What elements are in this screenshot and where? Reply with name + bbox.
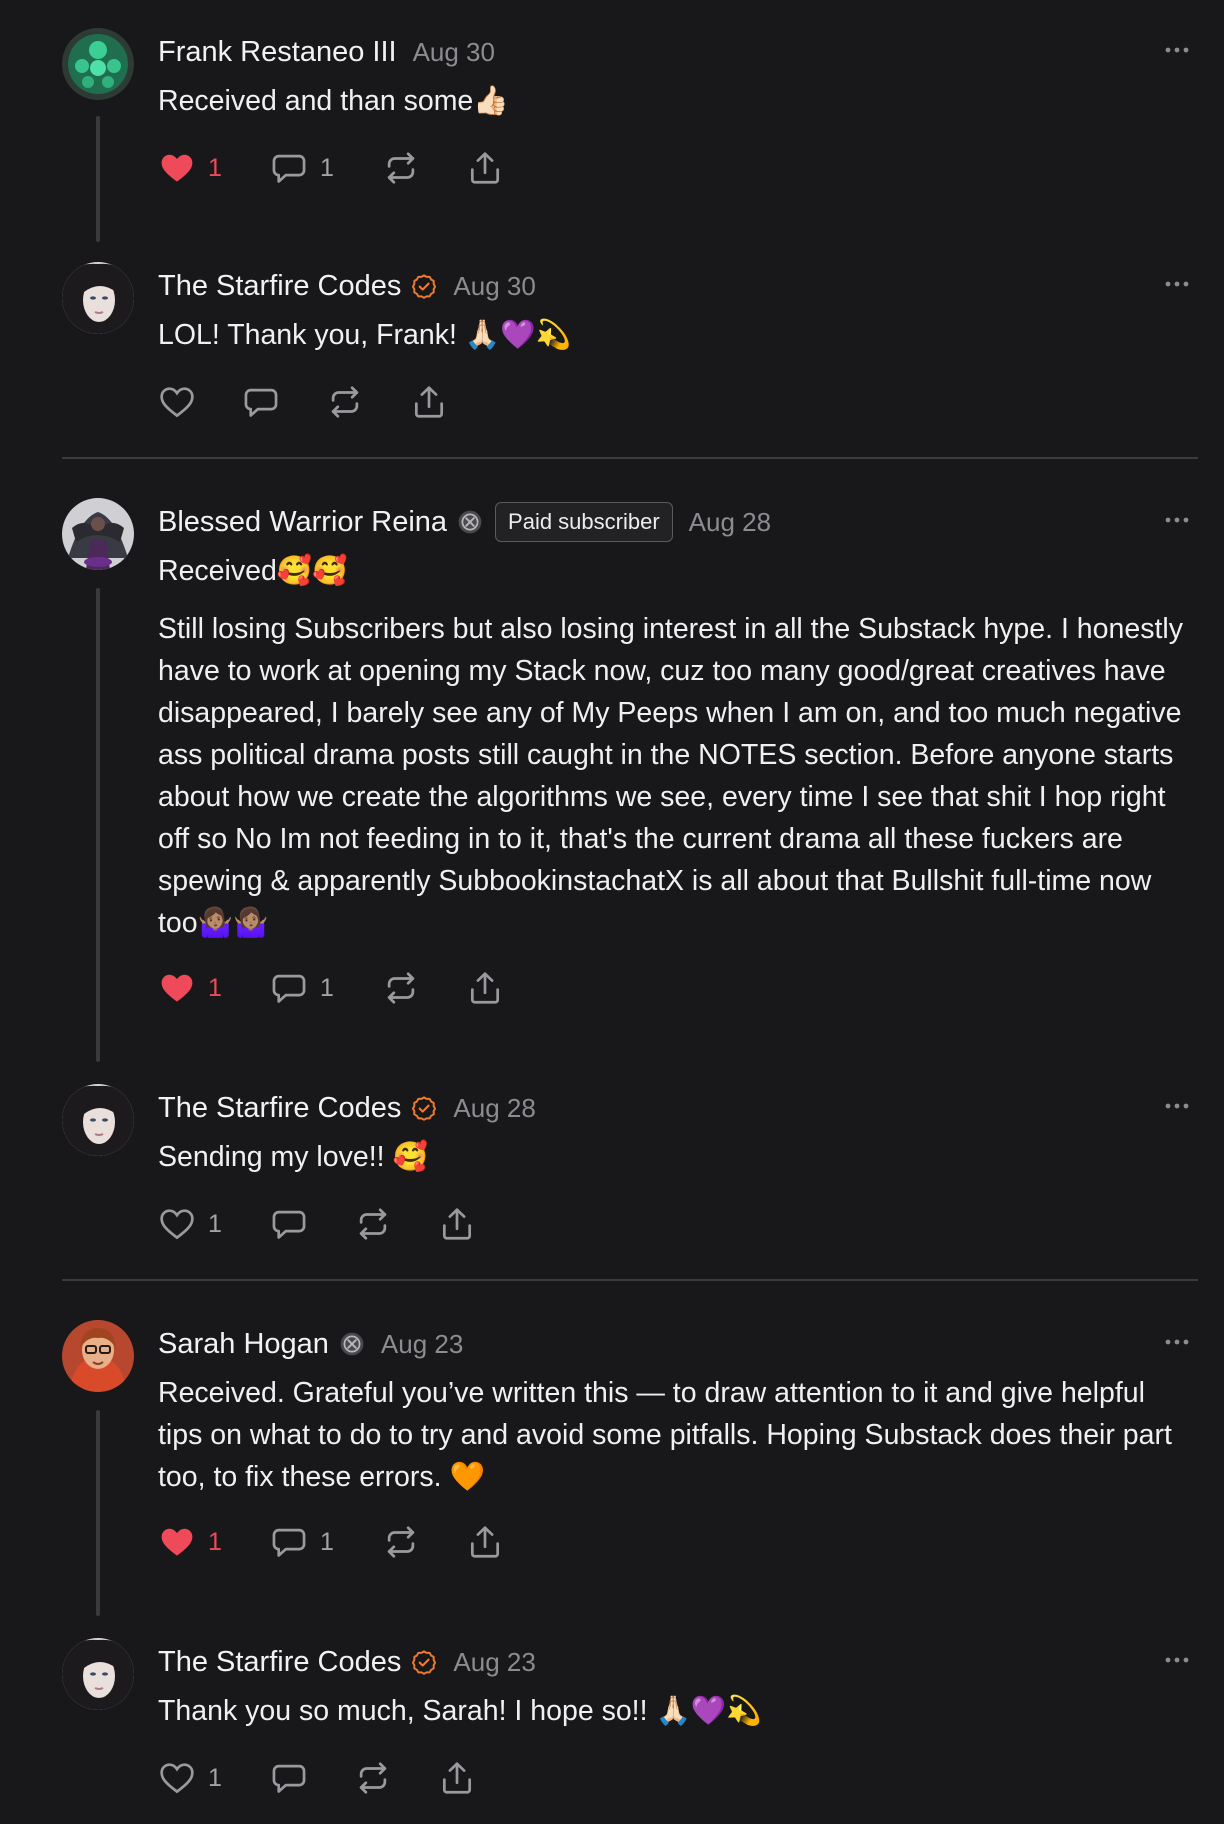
verified-icon: [411, 1095, 437, 1121]
reply-button[interactable]: 1: [270, 1522, 382, 1562]
comment-text: Received. Grateful you’ve written this —…: [158, 1377, 1172, 1493]
more-options-icon[interactable]: [1164, 1328, 1190, 1356]
comment-icon: [270, 969, 308, 1007]
restack-button[interactable]: [354, 1758, 438, 1798]
heart-filled-icon: [158, 969, 196, 1007]
share-button[interactable]: [410, 382, 470, 422]
comment-text: LOL! Thank you, Frank! 🙏🏻💜💫: [158, 319, 572, 351]
like-count: 1: [208, 153, 222, 182]
thread-line: [96, 116, 100, 242]
subscriber-icon: [339, 1331, 365, 1357]
like-count: 1: [208, 1209, 222, 1238]
share-icon: [438, 1759, 476, 1797]
thread-divider: [62, 457, 1198, 459]
comment-text-paragraph: Still losing Subscribers but also losing…: [158, 613, 1183, 939]
reply-button[interactable]: [270, 1204, 354, 1244]
heart-filled-icon: [158, 1523, 196, 1561]
thread-line: [96, 588, 100, 1062]
heart-filled-icon: [158, 149, 196, 187]
like-button[interactable]: 1: [158, 1522, 270, 1562]
comment-icon: [270, 149, 308, 187]
reply-button[interactable]: 1: [270, 968, 382, 1008]
verified-icon: [411, 273, 437, 299]
avatar[interactable]: [62, 1084, 134, 1156]
share-button[interactable]: [466, 148, 526, 188]
comment-text: Received🥰🥰: [158, 555, 348, 587]
comment-icon: [270, 1523, 308, 1561]
reply-count: 1: [320, 973, 334, 1002]
heart-outline-icon: [158, 1205, 196, 1243]
restack-button[interactable]: [326, 382, 410, 422]
restack-button[interactable]: [382, 1522, 466, 1562]
restack-icon: [382, 969, 420, 1007]
share-button[interactable]: [438, 1758, 498, 1798]
author-name[interactable]: The Starfire Codes: [158, 1646, 401, 1679]
comment-date[interactable]: Aug 30: [453, 271, 535, 302]
comment-date[interactable]: Aug 28: [689, 507, 771, 538]
comment-thread: Frank Restaneo III Aug 30 Received and t…: [0, 0, 1224, 1824]
more-options-icon[interactable]: [1164, 270, 1190, 298]
like-count: 1: [208, 1527, 222, 1556]
share-icon: [466, 1523, 504, 1561]
restack-icon: [354, 1759, 392, 1797]
avatar[interactable]: [62, 498, 134, 570]
restack-icon: [326, 383, 364, 421]
author-name[interactable]: Frank Restaneo III: [158, 36, 397, 69]
comment-date[interactable]: Aug 30: [413, 37, 495, 68]
subscriber-icon: [457, 509, 483, 535]
share-button[interactable]: [438, 1204, 498, 1244]
restack-icon: [382, 149, 420, 187]
avatar[interactable]: [62, 1638, 134, 1710]
reply-button[interactable]: [242, 382, 326, 422]
restack-icon: [354, 1205, 392, 1243]
share-icon: [466, 149, 504, 187]
author-name[interactable]: Sarah Hogan: [158, 1328, 329, 1361]
comment-text: Sending my love!! 🥰: [158, 1141, 428, 1173]
restack-icon: [382, 1523, 420, 1561]
more-options-icon[interactable]: [1164, 36, 1190, 64]
comment-date[interactable]: Aug 28: [453, 1093, 535, 1124]
comment-icon: [270, 1205, 308, 1243]
reply-count: 1: [320, 153, 334, 182]
like-button[interactable]: 1: [158, 1204, 270, 1244]
paid-subscriber-badge: Paid subscriber: [495, 502, 673, 542]
like-button[interactable]: 1: [158, 1758, 270, 1798]
reply-count: 1: [320, 1527, 334, 1556]
more-options-icon[interactable]: [1164, 1646, 1190, 1674]
share-icon: [410, 383, 448, 421]
reply-button[interactable]: [270, 1758, 354, 1798]
avatar[interactable]: [62, 262, 134, 334]
comment-date[interactable]: Aug 23: [381, 1329, 463, 1360]
share-icon: [466, 969, 504, 1007]
heart-outline-icon: [158, 383, 196, 421]
author-name[interactable]: The Starfire Codes: [158, 1092, 401, 1125]
like-button[interactable]: [158, 382, 242, 422]
restack-button[interactable]: [354, 1204, 438, 1244]
avatar[interactable]: [62, 28, 134, 100]
author-name[interactable]: The Starfire Codes: [158, 270, 401, 303]
thread-line: [96, 1410, 100, 1616]
restack-button[interactable]: [382, 148, 466, 188]
more-options-icon[interactable]: [1164, 1092, 1190, 1120]
like-count: 1: [208, 973, 222, 1002]
comment-icon: [270, 1759, 308, 1797]
restack-button[interactable]: [382, 968, 466, 1008]
like-button[interactable]: 1: [158, 148, 270, 188]
thread-divider: [62, 1279, 1198, 1281]
comment-text: Received and than some👍🏻: [158, 85, 509, 117]
like-count: 1: [208, 1763, 222, 1792]
comment-icon: [242, 383, 280, 421]
verified-icon: [411, 1649, 437, 1675]
heart-outline-icon: [158, 1759, 196, 1797]
share-button[interactable]: [466, 1522, 526, 1562]
more-options-icon[interactable]: [1164, 506, 1190, 534]
author-name[interactable]: Blessed Warrior Reina: [158, 506, 447, 539]
avatar[interactable]: [62, 1320, 134, 1392]
share-icon: [438, 1205, 476, 1243]
share-button[interactable]: [466, 968, 526, 1008]
comment-text: Thank you so much, Sarah! I hope so!! 🙏🏻…: [158, 1695, 762, 1727]
reply-button[interactable]: 1: [270, 148, 382, 188]
like-button[interactable]: 1: [158, 968, 270, 1008]
comment-date[interactable]: Aug 23: [453, 1647, 535, 1678]
